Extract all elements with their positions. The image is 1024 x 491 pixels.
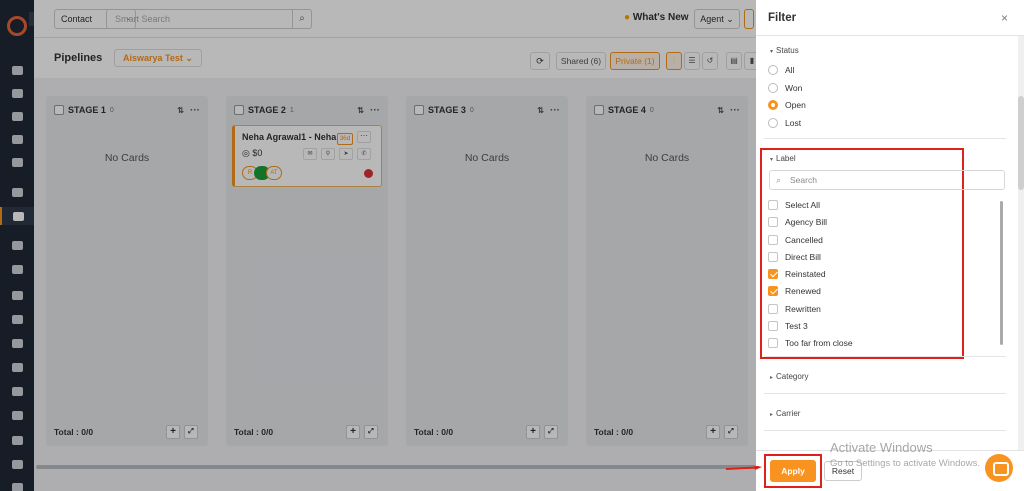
label-option-direct-bill[interactable]: Direct Bill <box>768 250 821 264</box>
label-option-renewed[interactable]: Renewed <box>768 284 821 298</box>
status-section-title[interactable]: ▾ Status <box>770 46 799 55</box>
status-option-all[interactable]: All <box>768 63 794 77</box>
filter-panel: Filter × ▾ Status All Won Open Lost ▾ Labe… <box>756 0 1024 491</box>
checkbox-label: Select All <box>785 200 820 210</box>
checkbox[interactable] <box>768 269 778 279</box>
checkbox-label: Rewritten <box>785 304 821 314</box>
section-divider <box>764 430 1006 431</box>
checkbox[interactable] <box>768 217 778 227</box>
label-option-test-3[interactable]: Test 3 <box>768 319 808 333</box>
radio-label: All <box>785 65 795 75</box>
caret-right-icon: ▸ <box>770 375 774 381</box>
label-option-too-far-from-close[interactable]: Too far from close <box>768 336 853 350</box>
checkbox-label: Agency Bill <box>785 217 828 227</box>
windows-watermark-title: Activate Windows <box>830 440 933 455</box>
checkbox-label: Cancelled <box>785 235 823 245</box>
caret-right-icon: ▸ <box>770 412 774 418</box>
section-divider <box>764 138 1006 139</box>
label-title-label: Label <box>776 154 796 163</box>
checkbox-label: Renewed <box>785 286 821 296</box>
caret-down-icon: ▾ <box>770 157 774 163</box>
apply-button[interactable]: Apply <box>770 460 816 482</box>
section-divider <box>764 356 1006 357</box>
caret-down-icon: ▾ <box>770 49 774 55</box>
checkbox[interactable] <box>768 252 778 262</box>
status-title-label: Status <box>776 46 799 55</box>
category-title-label: Category <box>776 372 809 381</box>
radio-label: Open <box>785 100 806 110</box>
label-option-select-all[interactable]: Select All <box>768 198 820 212</box>
panel-scrollbar-thumb[interactable] <box>1018 96 1024 190</box>
label-search-placeholder: Search <box>790 175 817 185</box>
checkbox-label: Test 3 <box>785 321 808 331</box>
status-option-open[interactable]: Open <box>768 98 806 112</box>
filter-footer: Apply Reset <box>756 450 1024 491</box>
radio-label: Won <box>785 83 803 93</box>
section-divider <box>764 393 1006 394</box>
carrier-title-label: Carrier <box>776 409 801 418</box>
category-section-title[interactable]: ▸ Category <box>770 372 808 381</box>
checkbox-label: Direct Bill <box>785 252 821 262</box>
panel-scrollbar[interactable] <box>1018 36 1024 450</box>
label-option-agency-bill[interactable]: Agency Bill <box>768 215 827 229</box>
checkbox-label: Too far from close <box>785 338 853 348</box>
carrier-section-title[interactable]: ▸ Carrier <box>770 409 800 418</box>
chat-support-icon[interactable] <box>985 454 1013 482</box>
checkbox[interactable] <box>768 338 778 348</box>
label-search-input[interactable]: ⌕ Search <box>769 170 1005 190</box>
label-option-reinstated[interactable]: Reinstated <box>768 267 826 281</box>
label-option-cancelled[interactable]: Cancelled <box>768 233 823 247</box>
label-list-scrollbar[interactable] <box>1000 201 1003 345</box>
windows-watermark-subtitle: Go to Settings to activate Windows. <box>830 458 980 469</box>
checkbox-label: Reinstated <box>785 269 826 279</box>
checkbox[interactable] <box>768 321 778 331</box>
radio-button[interactable] <box>768 65 778 75</box>
radio-button[interactable] <box>768 83 778 93</box>
filter-title: Filter <box>768 12 797 24</box>
radio-button[interactable] <box>768 100 778 110</box>
radio-label: Lost <box>785 118 802 128</box>
status-option-lost[interactable]: Lost <box>768 116 801 130</box>
filter-panel-header: Filter × <box>756 0 1024 36</box>
label-section-title[interactable]: ▾ Label <box>770 154 796 163</box>
search-icon: ⌕ <box>776 175 782 185</box>
radio-button[interactable] <box>768 118 778 128</box>
checkbox[interactable] <box>768 286 778 296</box>
modal-backdrop[interactable] <box>0 0 756 491</box>
label-option-rewritten[interactable]: Rewritten <box>768 302 821 316</box>
checkbox[interactable] <box>768 235 778 245</box>
checkbox[interactable] <box>768 200 778 210</box>
annotation-arrow-icon <box>726 466 762 470</box>
status-option-won[interactable]: Won <box>768 81 802 95</box>
checkbox[interactable] <box>768 304 778 314</box>
close-icon[interactable]: × <box>1001 11 1008 25</box>
